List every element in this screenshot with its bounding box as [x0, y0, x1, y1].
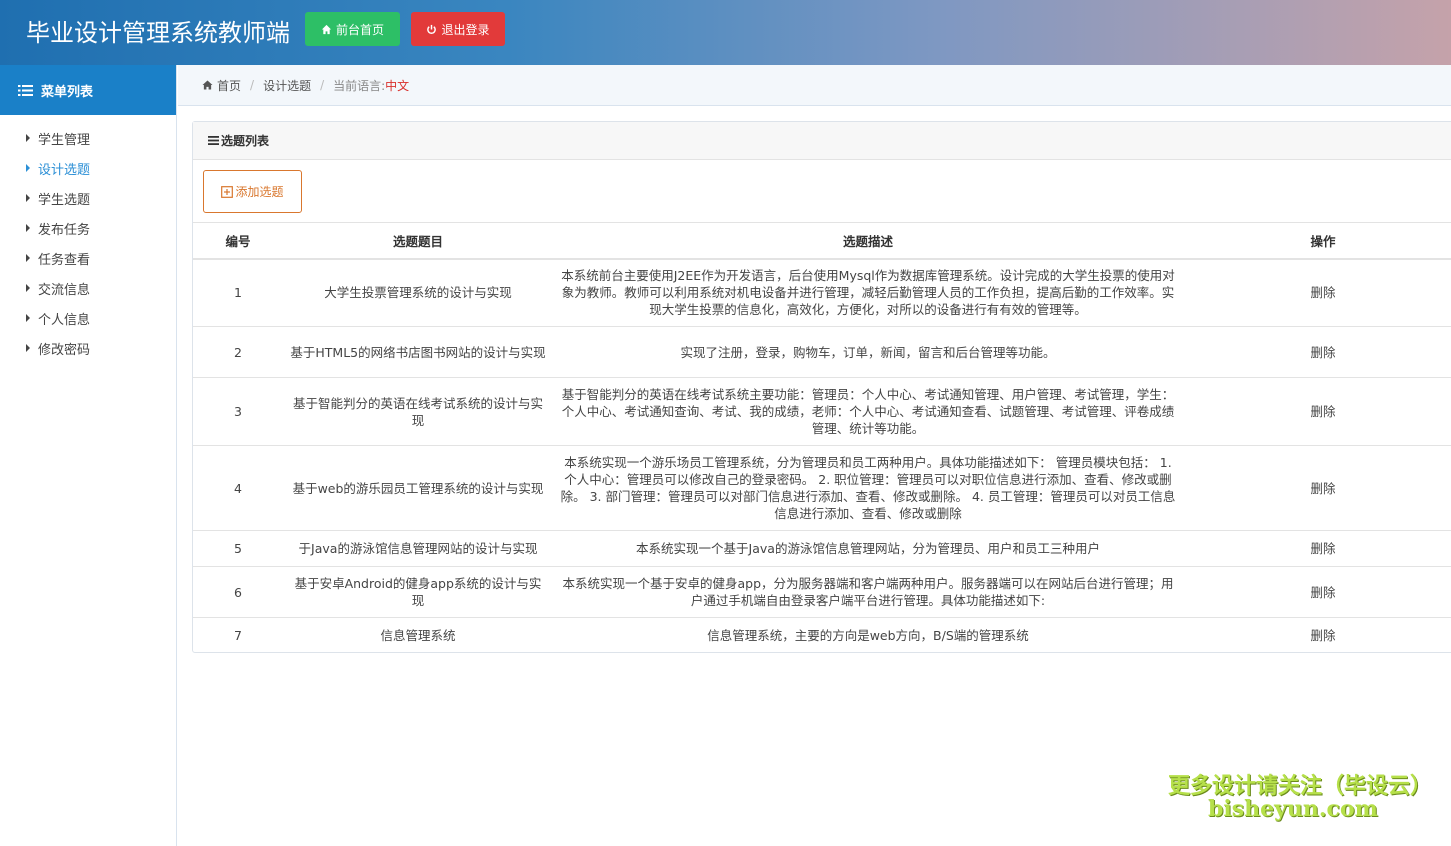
- breadcrumb-home-link[interactable]: 首页: [217, 77, 241, 94]
- panel-title: 选题列表: [221, 134, 270, 148]
- sidebar-item-label: 学生选题: [38, 192, 91, 208]
- caret-right-icon: [26, 254, 30, 262]
- cell-title: 大学生投票管理系统的设计与实现: [283, 258, 553, 327]
- language-value: 中文: [385, 78, 410, 93]
- caret-right-icon: [26, 134, 30, 142]
- frontend-home-label: 前台首页: [335, 22, 384, 37]
- delete-link[interactable]: 删除: [1310, 541, 1335, 556]
- column-header-id: 编号: [193, 222, 283, 260]
- breadcrumb-separator: /: [250, 78, 255, 92]
- breadcrumb-separator: /: [320, 78, 325, 92]
- cell-id: 4: [193, 445, 283, 531]
- cell-title: 基于web的游乐园员工管理系统的设计与实现: [283, 445, 553, 531]
- sidebar-item-messages[interactable]: 交流信息: [0, 273, 176, 303]
- watermark-url: bisheyun.com: [1208, 796, 1378, 822]
- cell-description: 本系统前台主要使用J2EE作为开发语言，后台使用Mysql作为数据库管理系统。设…: [553, 258, 1183, 327]
- cell-title: 基于HTML5的网络书店图书网站的设计与实现: [283, 326, 553, 378]
- column-header-title: 选题题目: [283, 222, 553, 260]
- cell-title: 基于智能判分的英语在线考试系统的设计与实现: [283, 377, 553, 446]
- caret-right-icon: [26, 164, 30, 172]
- table-header-row: 编号 选题题目 选题描述 操作: [193, 222, 1451, 260]
- top-header: 毕业设计管理系统教师端 前台首页 退出登录: [0, 0, 1451, 65]
- sidebar-item-design-topics[interactable]: 设计选题: [0, 153, 176, 183]
- table-row: 1 大学生投票管理系统的设计与实现 本系统前台主要使用J2EE作为开发语言，后台…: [193, 258, 1451, 327]
- breadcrumb: 首页 / 设计选题 / 当前语言: 中文: [178, 65, 1451, 106]
- app-title: 毕业设计管理系统教师端: [26, 19, 290, 47]
- cell-title: 于Java的游泳馆信息管理网站的设计与实现: [283, 530, 553, 567]
- table-row: 3 基于智能判分的英语在线考试系统的设计与实现 基于智能判分的英语在线考试系统主…: [193, 377, 1451, 446]
- menu-heading: 菜单列表: [0, 65, 176, 115]
- table-row: 4 基于web的游乐园员工管理系统的设计与实现 本系统实现一个游乐场员工管理系统…: [193, 445, 1451, 531]
- table-row: 7 信息管理系统 信息管理系统，主要的方向是web方向，B/S端的管理系统 删除: [193, 617, 1451, 654]
- cell-title: 基于安卓Android的健身app系统的设计与实现: [283, 566, 553, 618]
- logout-button[interactable]: 退出登录: [411, 12, 505, 46]
- caret-right-icon: [26, 284, 30, 292]
- cell-description: 本系统实现一个基于安卓的健身app，分为服务器端和客户端两种用户。服务器端可以在…: [553, 566, 1183, 618]
- logout-label: 退出登录: [441, 22, 490, 37]
- frontend-home-button[interactable]: 前台首页: [305, 12, 400, 46]
- sidebar-item-label: 修改密码: [38, 342, 91, 358]
- cell-description: 本系统实现一个基于Java的游泳馆信息管理网站，分为管理员、用户和员工三种用户: [553, 530, 1183, 567]
- topics-table: 编号 选题题目 选题描述 操作 1 大学生投票管理系统的设计与实现 本系统前台主…: [193, 222, 1451, 654]
- cell-id: 5: [193, 530, 283, 567]
- panel-header: 选题列表: [193, 122, 1451, 160]
- caret-right-icon: [26, 224, 30, 232]
- caret-right-icon: [26, 194, 30, 202]
- list-icon: [18, 84, 33, 96]
- cell-id: 1: [193, 258, 283, 327]
- sidebar-item-label: 设计选题: [38, 162, 91, 178]
- delete-link[interactable]: 删除: [1310, 481, 1335, 496]
- cell-title: 信息管理系统: [283, 617, 553, 654]
- breadcrumb-current[interactable]: 设计选题: [263, 77, 311, 94]
- caret-right-icon: [26, 314, 30, 322]
- delete-link[interactable]: 删除: [1310, 628, 1335, 643]
- column-header-description: 选题描述: [553, 222, 1183, 260]
- sidebar: 菜单列表 学生管理 设计选题 学生选题 发布任务 任务查看 交流信息 个人信息 …: [0, 65, 177, 846]
- home-icon: [321, 24, 332, 34]
- table-row: 6 基于安卓Android的健身app系统的设计与实现 本系统实现一个基于安卓的…: [193, 566, 1451, 618]
- add-topic-label: 添加选题: [235, 185, 284, 199]
- menu-heading-label: 菜单列表: [41, 84, 94, 100]
- cell-id: 6: [193, 566, 283, 618]
- caret-right-icon: [26, 344, 30, 352]
- sidebar-item-profile[interactable]: 个人信息: [0, 303, 176, 333]
- plus-square-icon: [221, 185, 234, 198]
- table-row: 5 于Java的游泳馆信息管理网站的设计与实现 本系统实现一个基于Java的游泳…: [193, 530, 1451, 567]
- power-icon: [427, 24, 437, 34]
- sidebar-item-change-password[interactable]: 修改密码: [0, 333, 176, 363]
- sidebar-item-student-topics[interactable]: 学生选题: [0, 183, 176, 213]
- sidebar-item-label: 发布任务: [38, 222, 91, 238]
- cell-id: 2: [193, 326, 283, 378]
- sidebar-item-view-tasks[interactable]: 任务查看: [0, 243, 176, 273]
- sidebar-item-label: 交流信息: [38, 282, 91, 298]
- delete-link[interactable]: 删除: [1310, 585, 1335, 600]
- delete-link[interactable]: 删除: [1310, 404, 1335, 419]
- delete-link[interactable]: 删除: [1310, 345, 1335, 360]
- bars-icon: [208, 136, 219, 145]
- cell-id: 3: [193, 377, 283, 446]
- cell-description: 基于智能判分的英语在线考试系统主要功能：管理员：个人中心、考试通知管理、用户管理…: [553, 377, 1183, 446]
- sidebar-item-label: 个人信息: [38, 312, 91, 328]
- home-icon: [202, 80, 213, 90]
- cell-description: 本系统实现一个游乐场员工管理系统，分为管理员和员工两种用户。具体功能描述如下： …: [553, 445, 1183, 531]
- cell-description: 信息管理系统，主要的方向是web方向，B/S端的管理系统: [553, 617, 1183, 654]
- language-label: 当前语言:: [333, 78, 386, 93]
- add-topic-button[interactable]: 添加选题: [203, 170, 302, 213]
- cell-id: 7: [193, 617, 283, 654]
- delete-link[interactable]: 删除: [1310, 285, 1335, 300]
- sidebar-item-label: 学生管理: [38, 132, 91, 148]
- column-header-actions: 操作: [1183, 222, 1451, 260]
- topic-list-panel: 选题列表 添加选题 编号 选题题目 选题描述 操作 1 大学生投票管理系统的设计…: [192, 121, 1451, 654]
- sidebar-item-student-management[interactable]: 学生管理: [0, 123, 176, 153]
- menu-list: 学生管理 设计选题 学生选题 发布任务 任务查看 交流信息 个人信息 修改密码: [0, 115, 176, 363]
- table-row: 2 基于HTML5的网络书店图书网站的设计与实现 实现了注册，登录，购物车，订单…: [193, 326, 1451, 378]
- sidebar-item-label: 任务查看: [38, 252, 91, 268]
- cell-description: 实现了注册，登录，购物车，订单，新闻，留言和后台管理等功能。: [553, 326, 1183, 378]
- sidebar-item-publish-task[interactable]: 发布任务: [0, 213, 176, 243]
